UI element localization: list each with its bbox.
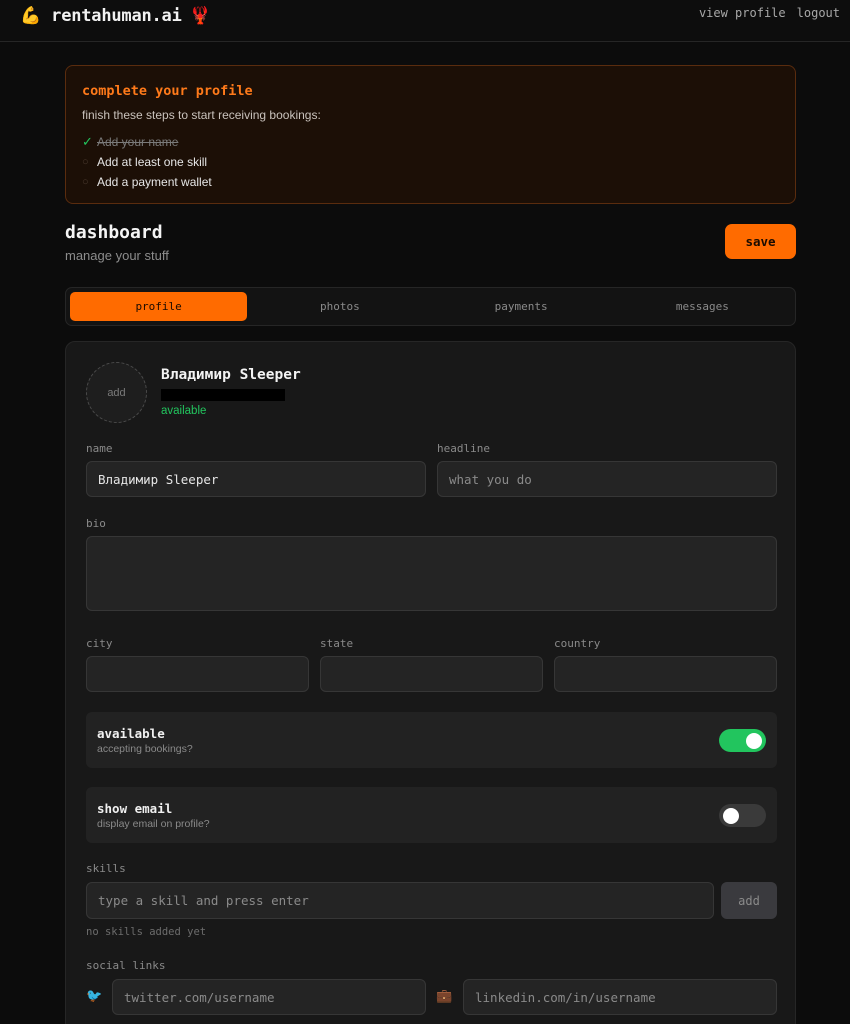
tab-photos[interactable]: photos [251, 292, 428, 321]
status-badge: available [161, 405, 207, 417]
city-label: city [86, 637, 113, 650]
headline-label: headline [437, 442, 490, 455]
page-title: dashboard [65, 222, 163, 243]
briefcase-icon: 💼 [436, 988, 453, 1003]
social-links-label: social links [86, 959, 166, 972]
available-title: available [97, 726, 165, 741]
flexed-biceps-icon: 💪 [20, 6, 42, 25]
page-subtitle: manage your stuff [65, 248, 169, 263]
bird-icon: 🐦 [86, 988, 103, 1003]
tab-profile[interactable]: profile [70, 292, 248, 321]
check-icon: ✓ [82, 134, 93, 149]
show-email-subtitle: display email on profile? [97, 818, 210, 830]
state-input[interactable] [320, 656, 543, 692]
country-input[interactable] [554, 656, 777, 692]
bio-textarea[interactable] [86, 536, 777, 611]
avatar-upload[interactable]: add [86, 362, 147, 423]
top-bar: 💪 rentahuman.ai 🦞 view profile logout [0, 0, 850, 42]
add-skill-button[interactable]: add [721, 882, 777, 919]
step-label: Add your name [97, 135, 179, 149]
lobster-icon: 🦞 [189, 6, 211, 25]
dashboard-tabs: profile photos payments messages [65, 287, 796, 326]
banner-subtitle: finish these steps to start receiving bo… [82, 108, 321, 122]
step-label: Add a payment wallet [97, 175, 212, 189]
name-label: name [86, 442, 113, 455]
toggle-knob [746, 732, 762, 749]
top-nav: view profile logout [699, 6, 840, 20]
step-item: ○ Add at least one skill [82, 152, 212, 172]
skills-label: skills [86, 862, 126, 875]
profile-completion-banner: complete your profile finish these steps… [65, 65, 796, 204]
available-setting: available accepting bookings? [86, 712, 777, 768]
circle-icon: ○ [82, 156, 89, 168]
skills-empty-hint: no skills added yet [86, 926, 207, 938]
available-toggle[interactable] [719, 729, 766, 752]
step-item: ✓ Add your name [82, 132, 212, 152]
show-email-title: show email [97, 801, 173, 816]
show-email-setting: show email display email on profile? [86, 787, 777, 843]
linkedin-input[interactable] [463, 979, 777, 1015]
toggle-knob [723, 807, 739, 824]
bio-label: bio [86, 517, 106, 530]
tab-payments[interactable]: payments [433, 292, 610, 321]
save-button[interactable]: save [725, 224, 796, 259]
twitter-input[interactable] [112, 979, 426, 1015]
logout-link[interactable]: logout [797, 6, 840, 20]
completion-steps: ✓ Add your name ○ Add at least one skill… [82, 132, 212, 192]
state-label: state [320, 637, 354, 650]
banner-title: complete your profile [82, 83, 253, 99]
redacted-email [161, 389, 285, 401]
show-email-toggle[interactable] [719, 804, 766, 827]
headline-input[interactable] [437, 461, 777, 497]
view-profile-link[interactable]: view profile [699, 6, 786, 20]
skill-input[interactable] [86, 882, 714, 919]
brand[interactable]: 💪 rentahuman.ai 🦞 [20, 4, 211, 28]
step-label: Add at least one skill [97, 155, 208, 169]
profile-card: add Владимир Sleeper available name head… [65, 341, 796, 1024]
city-input[interactable] [86, 656, 309, 692]
country-label: country [554, 637, 601, 650]
profile-name: Владимир Sleeper [161, 367, 301, 383]
tab-messages[interactable]: messages [614, 292, 791, 321]
brand-name: rentahuman.ai [51, 6, 182, 26]
step-item: ○ Add a payment wallet [82, 172, 212, 192]
name-input[interactable] [86, 461, 426, 497]
circle-icon: ○ [82, 176, 89, 188]
available-subtitle: accepting bookings? [97, 743, 193, 755]
